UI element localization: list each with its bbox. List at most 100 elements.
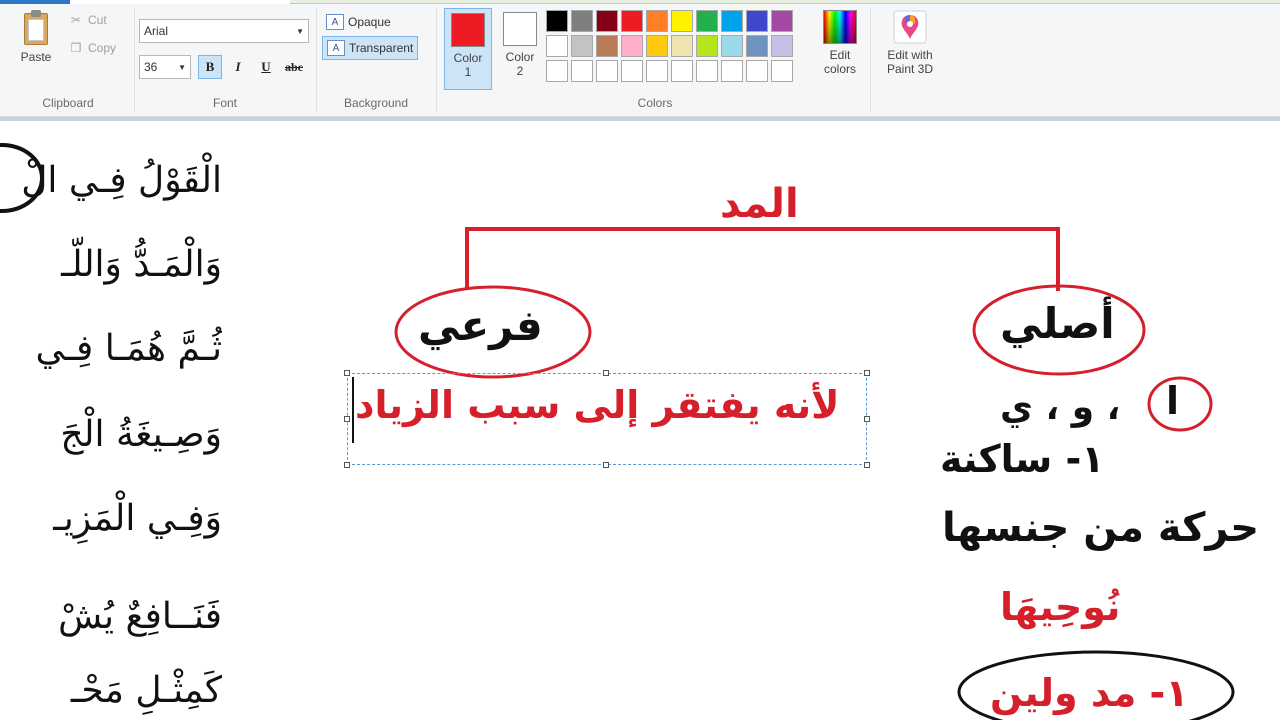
clipboard-group-label: Clipboard	[42, 96, 94, 110]
text-tab-accent	[290, 0, 1280, 4]
palette-color-swatch[interactable]	[746, 35, 768, 57]
palette-color-swatch[interactable]	[771, 10, 793, 32]
resize-handle[interactable]	[864, 416, 870, 422]
condition-sakinah: ١- ساكنة	[940, 437, 1105, 481]
branch-right-label: أصلي	[1000, 299, 1115, 348]
ribbon-top-border	[0, 0, 1280, 4]
color1-swatch	[451, 13, 485, 47]
paint3d-label-1: Edit with	[887, 48, 933, 62]
colors-group-label: Colors	[637, 96, 673, 110]
branch-left-explanation: لأنه يفتقر إلى سبب الزياد	[355, 383, 840, 427]
color-spectrum-icon	[823, 10, 857, 44]
resize-handle[interactable]	[603, 462, 609, 468]
madd-wa-leen-label: ١- مد ولين	[990, 671, 1189, 715]
palette-color-swatch[interactable]	[596, 35, 618, 57]
letter-alif-circle	[1147, 376, 1213, 432]
group-separator	[870, 8, 871, 112]
color2-button[interactable]: Color 2	[496, 8, 544, 90]
underline-button[interactable]: U	[254, 55, 278, 79]
opaque-button[interactable]: A Opaque	[322, 10, 395, 34]
palette-color-swatch[interactable]	[621, 35, 643, 57]
copy-label: Copy	[88, 41, 117, 55]
transparent-icon: A	[327, 40, 345, 56]
palette-color-swatch[interactable]	[571, 35, 593, 57]
resize-handle[interactable]	[864, 462, 870, 468]
palette-color-swatch[interactable]	[696, 60, 718, 82]
color1-number: 1	[464, 65, 472, 79]
palette-color-swatch[interactable]	[721, 10, 743, 32]
group-separator	[436, 8, 437, 112]
palette-color-swatch[interactable]	[746, 10, 768, 32]
color-palette	[546, 10, 793, 82]
palette-color-swatch[interactable]	[596, 60, 618, 82]
paint3d-label-2: Paint 3D	[886, 62, 934, 76]
opaque-icon: A	[326, 14, 344, 30]
palette-color-swatch[interactable]	[646, 60, 668, 82]
palette-color-swatch[interactable]	[621, 60, 643, 82]
palette-color-swatch[interactable]	[571, 10, 593, 32]
resize-handle[interactable]	[603, 370, 609, 376]
italic-button[interactable]: I	[226, 55, 250, 79]
transparent-button[interactable]: A Transparent	[322, 36, 419, 60]
bold-button[interactable]: B	[198, 55, 222, 79]
edit-colors-button[interactable]: Edit colors	[817, 10, 863, 76]
palette-color-swatch[interactable]	[596, 10, 618, 32]
condition-harakah: حركة من جنسها	[942, 505, 1260, 551]
font-size-value: 36	[144, 60, 158, 74]
branch-left-label: فرعي	[418, 301, 543, 350]
palette-color-swatch[interactable]	[671, 35, 693, 57]
paint3d-icon	[893, 10, 927, 44]
copy-icon: ❐	[70, 41, 82, 55]
transparent-label: Transparent	[349, 41, 414, 55]
chevron-down-icon: ▼	[296, 26, 304, 36]
palette-color-swatch[interactable]	[746, 60, 768, 82]
color2-label: Color	[505, 50, 535, 64]
background-group-label: Background	[343, 96, 409, 110]
resize-handle[interactable]	[344, 462, 350, 468]
resize-handle[interactable]	[344, 370, 350, 376]
tree-connector-line	[465, 227, 1060, 291]
color1-button[interactable]: Color 1	[444, 8, 492, 90]
palette-color-swatch[interactable]	[771, 60, 793, 82]
palette-color-swatch[interactable]	[571, 60, 593, 82]
resize-handle[interactable]	[344, 416, 350, 422]
paste-label: Paste	[20, 50, 52, 64]
cut-button[interactable]: ✂ Cut	[68, 12, 107, 28]
font-family-select[interactable]: Arial ▼	[139, 19, 309, 43]
font-family-value: Arial	[144, 24, 169, 38]
madd-letters: ، و ، ي	[1000, 387, 1121, 428]
palette-color-swatch[interactable]	[721, 60, 743, 82]
strikethrough-button[interactable]: abc	[282, 55, 306, 79]
palette-color-swatch[interactable]	[646, 35, 668, 57]
palette-color-swatch[interactable]	[721, 35, 743, 57]
diagram-root-label: المد	[720, 181, 799, 227]
palette-color-swatch[interactable]	[546, 10, 568, 32]
palette-color-swatch[interactable]	[621, 10, 643, 32]
chevron-down-icon: ▼	[178, 62, 186, 72]
font-size-select[interactable]: 36 ▼	[139, 55, 191, 79]
palette-color-swatch[interactable]	[696, 10, 718, 32]
font-group-label: Font	[212, 96, 237, 110]
file-tab-accent	[0, 0, 70, 4]
palette-color-swatch[interactable]	[546, 60, 568, 82]
palette-color-swatch[interactable]	[646, 10, 668, 32]
palette-color-swatch[interactable]	[671, 10, 693, 32]
resize-handle[interactable]	[864, 370, 870, 376]
group-separator	[134, 8, 135, 112]
color2-swatch	[503, 12, 537, 46]
text-caret	[352, 377, 354, 443]
palette-color-swatch[interactable]	[696, 35, 718, 57]
color2-number: 2	[516, 64, 524, 78]
cut-label: Cut	[88, 13, 107, 27]
palette-color-swatch[interactable]	[546, 35, 568, 57]
palette-color-swatch[interactable]	[671, 60, 693, 82]
paste-icon	[21, 10, 51, 46]
paste-button[interactable]: Paste	[12, 10, 60, 64]
palette-color-swatch[interactable]	[771, 35, 793, 57]
ribbon: Paste ✂ Cut ❐ Copy Clipboard Arial ▼ 36 …	[0, 0, 1280, 117]
copy-button[interactable]: ❐ Copy	[68, 40, 116, 56]
scissors-icon: ✂	[70, 13, 82, 27]
edit-with-paint3d-button[interactable]: Edit with Paint 3D	[878, 10, 942, 76]
letter-alif: ا	[1166, 379, 1180, 423]
drawing-canvas[interactable]: الْقَوْلُ فِـي الْ وَالْمَـدُّ وَاللّـ ث…	[0, 121, 1280, 720]
